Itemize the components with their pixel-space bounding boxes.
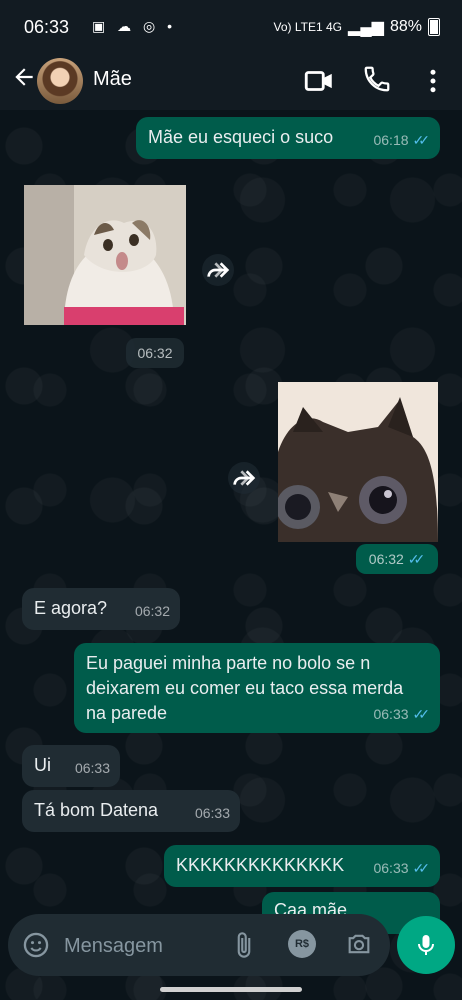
message-outgoing[interactable]: Eu paguei minha parte no bolo se n deixa…: [74, 643, 440, 733]
read-ticks-icon: ✓✓: [407, 551, 426, 567]
read-ticks-icon: ✓✓: [412, 706, 431, 722]
message-text: KKKKKKKKKKKKKK: [176, 855, 345, 875]
read-ticks-icon: ✓✓: [412, 132, 431, 148]
forward-icon[interactable]: [202, 254, 234, 286]
video-call-icon[interactable]: [302, 64, 336, 98]
forward-icon[interactable]: [228, 462, 260, 494]
message-meta: 06:32: [135, 599, 170, 624]
battery-icon: [428, 18, 440, 36]
message-outgoing[interactable]: KKKKKKKKKKKKKK 06:33 ✓✓: [164, 845, 440, 887]
emoji-icon[interactable]: [22, 931, 50, 959]
signal-icon: ▂▄▆: [348, 19, 384, 36]
message-time: 06:33: [194, 805, 230, 821]
voice-message-button[interactable]: [397, 916, 455, 974]
message-text: E agora?: [34, 598, 108, 618]
image-time: 06:32 ✓✓: [356, 544, 438, 574]
message-text: Eu paguei minha parte no bolo se n deixa…: [86, 653, 404, 723]
chat-header: Mãe: [0, 52, 462, 110]
message-incoming[interactable]: E agora? 06:32: [22, 588, 180, 630]
message-meta: 06:33: [195, 801, 230, 826]
message-time: 06:33: [373, 706, 409, 722]
message-meta: 06:33 ✓✓: [373, 856, 430, 881]
camera-icon[interactable]: [344, 930, 374, 958]
message-image-outgoing[interactable]: [278, 382, 438, 542]
contact-avatar[interactable]: [37, 58, 83, 104]
message-meta: 06:33 ✓✓: [373, 702, 430, 727]
message-input-bar: R$: [8, 914, 390, 976]
message-time: 06:18: [373, 132, 409, 148]
message-time: 06:32: [134, 603, 170, 619]
message-text: Mãe eu esqueci o suco: [148, 127, 334, 147]
message-incoming[interactable]: Tá bom Datena 06:33: [22, 790, 240, 832]
cat-closeup-image: [278, 382, 438, 542]
message-meta: 06:33: [75, 756, 110, 781]
attach-icon[interactable]: [230, 930, 258, 960]
phone-icon[interactable]: [362, 64, 396, 98]
message-text: Tá bom Datena: [34, 800, 159, 820]
message-time: 06:33: [74, 760, 110, 776]
message-incoming[interactable]: Ui 06:33: [22, 745, 120, 787]
message-time: 06:32: [368, 551, 404, 567]
message-time: 06:32: [137, 345, 173, 361]
contact-name[interactable]: Mãe: [93, 68, 132, 91]
notification-icons: ▣ ☁ ◎ •: [92, 18, 177, 34]
payment-icon[interactable]: R$: [288, 930, 316, 958]
back-arrow-icon[interactable]: [8, 64, 40, 96]
home-indicator[interactable]: [160, 987, 302, 992]
image-time: 06:32: [126, 338, 184, 368]
message-input[interactable]: [62, 929, 226, 963]
cat-looking-up-image: [24, 185, 186, 325]
status-right: Vo) LTE1 4G ▂▄▆ 88%: [274, 17, 440, 37]
message-image-incoming[interactable]: [24, 185, 186, 325]
message-time: 06:33: [373, 860, 409, 876]
battery-level: 88%: [389, 18, 422, 35]
message-text: Ui: [34, 755, 51, 775]
read-ticks-icon: ✓✓: [412, 860, 431, 876]
message-meta: 06:18 ✓✓: [373, 128, 430, 153]
message-outgoing[interactable]: Mãe eu esqueci o suco 06:18 ✓✓: [136, 117, 440, 159]
more-options-icon[interactable]: [418, 64, 452, 98]
status-bar: 06:33 ▣ ☁ ◎ • Vo) LTE1 4G ▂▄▆ 88%: [0, 0, 462, 52]
microphone-icon: [414, 930, 438, 960]
status-time: 06:33: [24, 17, 70, 37]
network-indicator: Vo) LTE1 4G: [273, 20, 343, 34]
